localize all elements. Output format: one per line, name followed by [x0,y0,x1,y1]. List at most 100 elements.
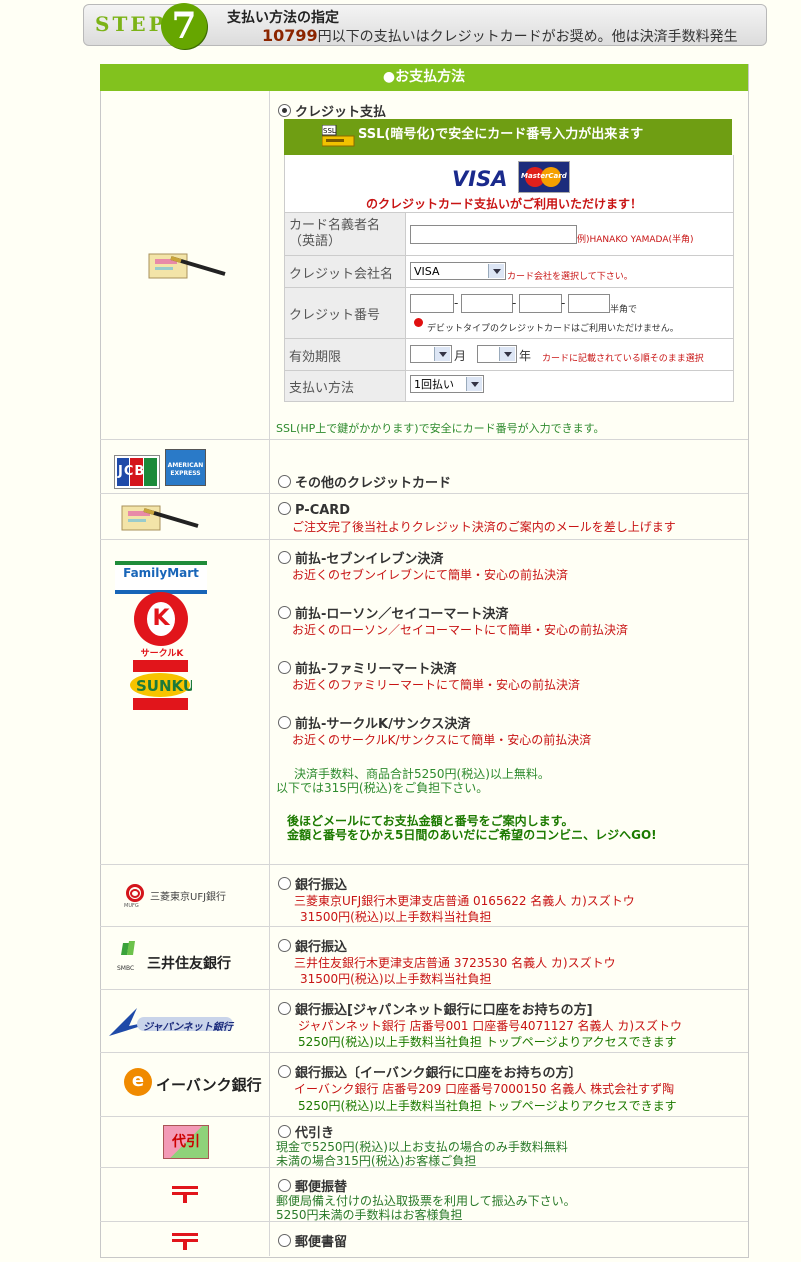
dash: - [561,296,566,310]
registered-mail-radio[interactable]: 郵便書留 [278,1231,347,1250]
bank-line2: 31500円(税込)以上手数料当社負担 [300,910,492,924]
postal-mark-icon [172,1184,198,1204]
expiry-month-select[interactable] [410,345,452,363]
company-label: クレジット会社名 [289,267,394,282]
bank-smbc-radio[interactable]: 銀行振込 [278,936,347,955]
dash: - [512,296,517,310]
radio-icon [278,1065,291,1078]
column-divider [269,91,270,1256]
radio-icon [278,475,291,488]
radio-icon [278,661,291,674]
chevron-down-icon [466,377,482,391]
row-divider [100,1052,748,1053]
circlek-logo-text: サークルK [140,649,184,659]
card-number-input-1[interactable] [410,294,454,313]
cvs-option-radio[interactable]: 前払-ローソン／セイコーマート決済 [278,603,508,622]
cvs-option-label: 前払-ファミリーマート決済 [295,662,457,677]
cvs-fee-line2: 以下では315円(税込)をご負担下さい。 [276,781,489,795]
company-label-cell: クレジット会社名 [284,255,407,289]
mastercard-logo: MasterCard [518,161,570,193]
cvs-option-radio[interactable]: 前払-セブンイレブン決済 [278,548,443,567]
bank-line1: 三菱東京UFJ銀行木更津支店普通 0165622 名義人 カ)スズトウ [294,894,635,908]
radio-icon [278,502,291,515]
visa-logo: VISA [452,167,508,191]
dash: - [454,296,459,310]
cvs-option-radio[interactable]: 前払-サークルK/サンクス決済 [278,713,470,732]
postal-line2: 5250円未満の手数料はお客様負担 [276,1208,463,1222]
step-title: 支払い方法の指定 [227,10,339,26]
pcard-note: ご注文完了後当社よりクレジット決済のご案内のメールを差し上げます [292,520,676,534]
ssl-footer-note: SSL(HP上で鍵がかかります)で安全にカード番号が入力できます。 [276,422,605,435]
threshold-amount: 10799 [262,26,318,45]
payment-table-heading: ●お支払方法 [100,64,748,91]
bank-ebank-radio[interactable]: 銀行振込〔イーバンク銀行に口座をお持ちの方〕 [278,1062,582,1081]
amex-logo: AMERICAN EXPRESS [165,449,206,486]
cvs-option-note: お近くのセブンイレブンにて簡単・安心の前払決済 [292,568,569,582]
radio-icon [278,551,291,564]
cod-line2: 未満の場合315円(税込)お客様ご負担 [276,1154,477,1168]
chevron-down-icon [499,347,515,361]
postal-mark-icon [172,1231,198,1251]
jcb-logo: JCB [114,455,160,489]
bank-line2: 5250円(税込)以上手数料当社負担 トップページよりアクセスできます [298,1099,677,1113]
method-label: 支払い方法 [289,381,355,396]
familymart-logo: FamilyMart [115,561,207,594]
credit-option-radio[interactable]: クレジット支払 [278,101,386,120]
pcard-pen-icon [121,505,199,531]
row-divider [100,439,748,440]
row-divider [100,1116,748,1117]
cvs-option-note: お近くのファミリーマートにて簡単・安心の前払決済 [292,678,581,692]
cod-icon: 代引 [163,1125,209,1159]
radio-selected-icon [278,104,291,117]
red-dot-icon [414,318,423,327]
expiry-label-cell: 有効期限 [284,338,407,372]
row-divider [100,989,748,990]
chevron-down-icon [434,347,450,361]
card-number-input-2[interactable] [461,294,513,313]
row-divider [100,864,748,865]
step-number-badge: 7 [161,3,207,49]
row-divider [100,539,748,540]
number-label: クレジット番号 [289,308,381,323]
holder-label-cell: カード名義者名（英語） [284,212,407,257]
cvs-option-radio[interactable]: 前払-ファミリーマート決済 [278,658,456,677]
step-subtitle: 10799円以下の支払いはクレジットカードがお奨め。他は決済手数料発生 [262,26,738,46]
company-hint: カード会社を選択して下さい。 [507,272,633,282]
radio-icon [278,1234,291,1247]
card-number-input-4[interactable] [568,294,610,313]
registered-mail-label: 郵便書留 [295,1235,348,1250]
bank-ufj-radio[interactable]: 銀行振込 [278,874,347,893]
other-credit-label: その他のクレジットカード [295,476,452,491]
radio-icon [278,877,291,890]
card-number-input-3[interactable] [519,294,562,313]
radio-icon [278,1002,291,1015]
cvs-guide-line2: 金額と番号をひかえ5日間のあいだにご希望のコンビニ、レジへGO! [287,828,657,842]
card-company-select[interactable]: VISA [410,262,506,280]
card-holder-input[interactable] [410,225,577,244]
row-divider [100,926,748,927]
cvs-option-note: お近くのサークルK/サンクスにて簡単・安心の前払決済 [292,733,592,747]
pcard-radio[interactable]: P-CARD [278,502,350,518]
radio-icon [278,1125,291,1138]
radio-icon [278,606,291,619]
year-unit: 年 [519,349,532,363]
svg-text:SUNKUS: SUNKUS [136,677,192,695]
bank-line1: ジャパンネット銀行 店番号001 口座番号4071127 名義人 カ)スズトウ [298,1019,683,1033]
expiry-year-select[interactable] [477,345,517,363]
expiry-hint: カードに記載されている順そのまま選択 [542,354,704,364]
cvs-option-note: お近くのローソン／セイコーマートにて簡単・安心の前払決済 [292,623,629,637]
chevron-down-icon [488,264,504,278]
smbc-mark-icon [121,941,135,955]
payment-count-value: 1回払い [414,378,454,391]
bank-option-label: 銀行振込 [295,940,348,955]
ssl-key-icon: SSL [322,125,355,147]
circlek-logo-icon [134,592,188,646]
bank-japannet-radio[interactable]: 銀行振込[ジャパンネット銀行に口座をお持ちの方] [278,999,593,1018]
payment-count-select[interactable]: 1回払い [410,375,484,393]
other-credit-radio[interactable]: その他のクレジットカード [278,472,451,491]
subtitle-text: 円以下の支払いはクレジットカードがお奨め。他は決済手数料発生 [317,29,738,45]
card-company-value: VISA [414,265,440,278]
holder-label: カード名義者名（英語） [289,218,381,249]
number-label-cell: クレジット番号 [284,287,407,340]
radio-icon [278,939,291,952]
